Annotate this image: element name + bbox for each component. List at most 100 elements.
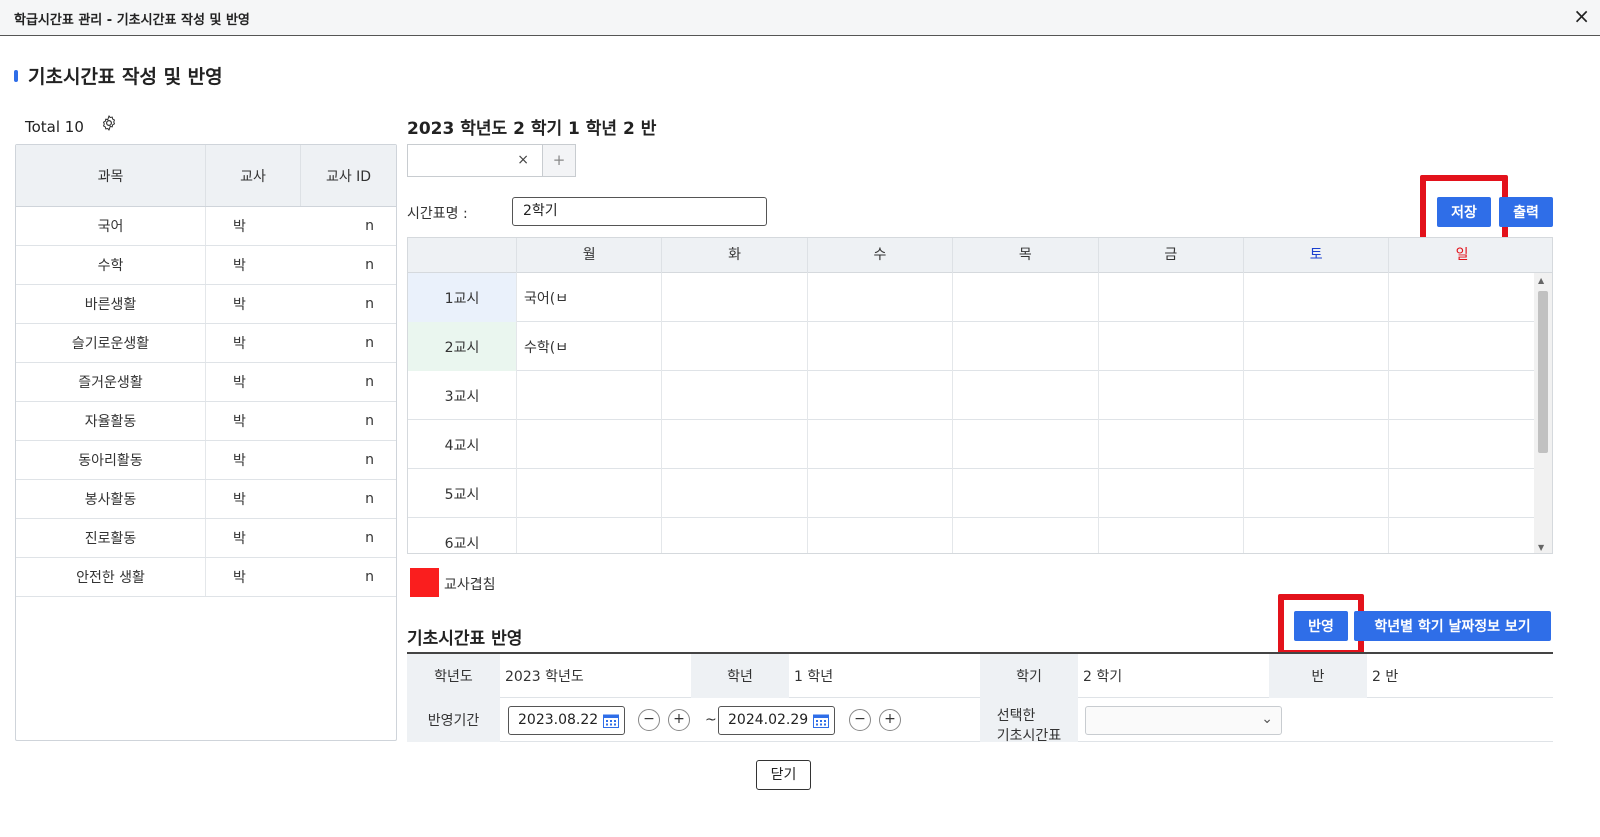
teacher-cell: 박 [233, 219, 246, 235]
timetable-cell[interactable] [1244, 322, 1390, 371]
add-tab-button[interactable]: + [542, 144, 576, 177]
teacher-id-cell: n [365, 452, 374, 468]
year-value: 2023 학년도 [505, 669, 584, 685]
calendar-icon[interactable] [813, 713, 829, 728]
timetable-cell[interactable] [1244, 371, 1390, 420]
semester-label: 학기 [980, 654, 1078, 698]
timetable-cell[interactable] [953, 518, 1099, 553]
table-row[interactable]: 슬기로운생활 박 n [16, 324, 396, 363]
table-row[interactable]: 국어 박 n [16, 207, 396, 246]
timetable-cell[interactable] [953, 371, 1099, 420]
teacher-id-cell: n [365, 530, 374, 546]
timetable-cell[interactable] [662, 322, 808, 371]
timetable-cell[interactable] [517, 420, 663, 469]
timetable-cell[interactable] [517, 518, 663, 553]
start-date-minus-button[interactable]: − [638, 709, 660, 731]
teacher-cell: 박 [233, 336, 246, 352]
timetable-cell[interactable]: 국어(ㅂ [517, 273, 663, 322]
timetable-cell[interactable] [662, 371, 808, 420]
close-button[interactable]: 닫기 [756, 760, 811, 790]
table-row[interactable]: 봉사활동 박 n [16, 480, 396, 519]
timetable-cell[interactable] [808, 420, 954, 469]
timetable-cell[interactable] [808, 322, 954, 371]
timetable-cell[interactable] [1389, 273, 1534, 322]
timetable-name-input[interactable]: 2학기 [512, 197, 767, 226]
end-date-minus-button[interactable]: − [849, 709, 871, 731]
timetable-cell[interactable] [1099, 371, 1244, 420]
total-count: Total 10 [25, 118, 84, 136]
save-button[interactable]: 저장 [1437, 197, 1491, 227]
timetable-cell[interactable] [1244, 518, 1390, 553]
teacher-cell: 박 [233, 570, 246, 586]
timetable-cell[interactable] [1244, 469, 1390, 518]
table-row[interactable]: 바른생활 박 n [16, 285, 396, 324]
teacher-id-cell: n [365, 491, 374, 507]
timetable-cell[interactable] [953, 322, 1099, 371]
timetable-cell[interactable] [1099, 518, 1244, 553]
timetable-cell[interactable] [1244, 420, 1390, 469]
window-titlebar: 학급시간표 관리 - 기초시간표 작성 및 반영 × [0, 0, 1600, 36]
timetable-cell[interactable] [1244, 273, 1390, 322]
timetable-cell[interactable] [808, 371, 954, 420]
period-row: 5교시 [408, 469, 1536, 518]
scrollbar-thumb[interactable] [1538, 291, 1548, 453]
timetable-cell[interactable] [1389, 371, 1534, 420]
timetable-scrollbar[interactable]: ▲ ▼ [1534, 273, 1552, 553]
table-row[interactable]: 자율활동 박 n [16, 402, 396, 441]
teacher-id-cell: n [365, 374, 374, 390]
timetable-cell[interactable] [517, 371, 663, 420]
timetable-cell[interactable] [662, 420, 808, 469]
table-row[interactable]: 즐거운생활 박 n [16, 363, 396, 402]
timetable-cell[interactable] [1389, 469, 1534, 518]
timetable-cell[interactable]: 수학(ㅂ [517, 322, 663, 371]
timetable-cell[interactable] [1099, 273, 1244, 322]
start-date-input[interactable]: 2023.08.22 [508, 706, 625, 735]
scroll-down-icon[interactable]: ▼ [1538, 543, 1544, 552]
apply-button[interactable]: 반영 [1294, 611, 1348, 641]
timetable-cell[interactable] [1099, 469, 1244, 518]
timetable-cell[interactable] [808, 469, 954, 518]
clear-icon[interactable]: × [517, 152, 529, 168]
scroll-up-icon[interactable]: ▲ [1538, 276, 1544, 285]
end-date-input[interactable]: 2024.02.29 [718, 706, 835, 735]
timetable-cell[interactable] [662, 469, 808, 518]
timetable-heading: 2023 학년도 2 학기 1 학년 2 반 [407, 119, 657, 139]
header-teacher[interactable]: 교사 [206, 145, 301, 206]
view-semester-dates-button[interactable]: 학년별 학기 날짜정보 보기 [1354, 611, 1551, 641]
timetable-cell[interactable] [662, 518, 808, 553]
period-label: 1교시 [408, 273, 517, 322]
table-row[interactable]: 수학 박 n [16, 246, 396, 285]
table-row[interactable]: 안전한 생활 박 n [16, 558, 396, 597]
start-date-plus-button[interactable]: + [668, 709, 690, 731]
timetable-cell[interactable] [953, 273, 1099, 322]
selected-timetable-select[interactable]: ⌄ [1085, 706, 1282, 735]
timetable-cell[interactable] [1389, 518, 1534, 553]
timetable-cell[interactable] [808, 273, 954, 322]
calendar-icon[interactable] [603, 713, 619, 728]
print-button[interactable]: 출력 [1499, 197, 1553, 227]
timetable-cell[interactable] [953, 420, 1099, 469]
header-teacher-id[interactable]: 교사 ID [301, 145, 396, 206]
table-row[interactable]: 진로활동 박 n [16, 519, 396, 558]
timetable-cell[interactable] [1389, 420, 1534, 469]
timetable-cell[interactable] [517, 469, 663, 518]
timetable-tab-input[interactable]: × [407, 144, 543, 177]
table-row[interactable]: 동아리활동 박 n [16, 441, 396, 480]
close-icon[interactable]: × [1573, 4, 1590, 28]
timetable-cell[interactable] [953, 469, 1099, 518]
end-date-plus-button[interactable]: + [879, 709, 901, 731]
conflict-color-swatch [410, 568, 439, 597]
page-title-text: 기초시간표 작성 및 반영 [28, 66, 223, 88]
timetable-cell[interactable] [1099, 420, 1244, 469]
timetable-cell[interactable] [1389, 322, 1534, 371]
teacher-cell: 박 [233, 414, 246, 430]
timetable-name-label: 시간표명 : [407, 206, 468, 222]
header-subject[interactable]: 과목 [16, 145, 206, 206]
timetable-cell[interactable] [662, 273, 808, 322]
timetable-cell[interactable] [1099, 322, 1244, 371]
teacher-cell: 박 [233, 492, 246, 508]
gear-icon[interactable] [100, 114, 118, 132]
period-label: 5교시 [408, 469, 517, 518]
timetable-cell[interactable] [808, 518, 954, 553]
selected-timetable-label: 선택한 기초시간표 [980, 698, 1078, 742]
